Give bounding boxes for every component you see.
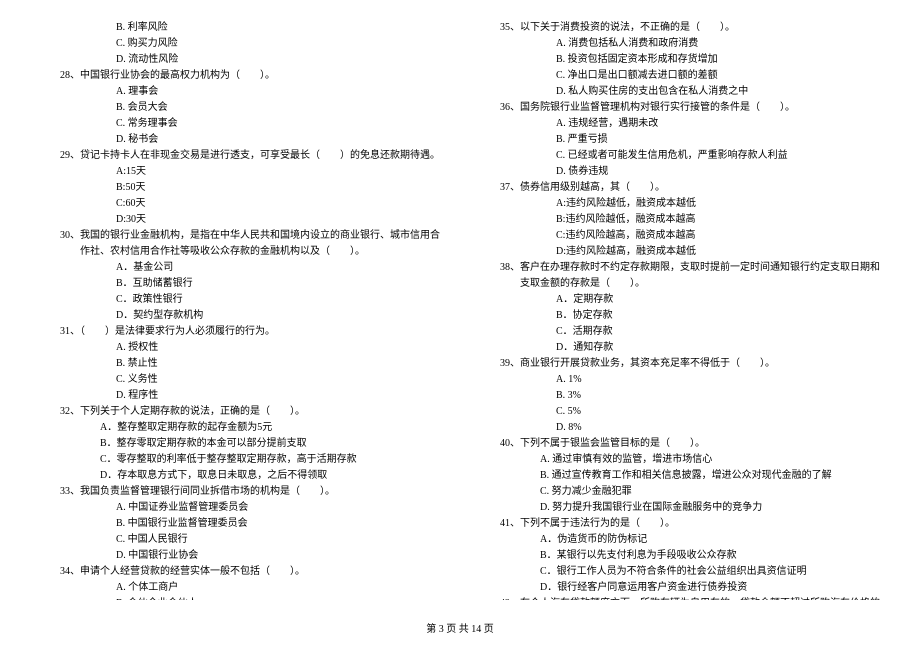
option: D. 债券违规	[480, 164, 880, 180]
question-37-stem: 37、债券信用级别越高，其（ ）。	[500, 180, 880, 196]
option: A:违约风险越低，融资成本越低	[480, 196, 880, 212]
two-column-layout: B. 利率风险 C. 购买力风险 D. 流动性风险 28、中国银行业协会的最高权…	[40, 20, 880, 600]
option: A．基金公司	[40, 260, 440, 276]
option: B. 严重亏损	[480, 132, 880, 148]
question-39-stem: 39、商业银行开展贷款业务，其资本充足率不得低于（ ）。	[500, 356, 880, 372]
option: C:违约风险越高，融资成本越高	[480, 228, 880, 244]
option: D. 秘书会	[40, 132, 440, 148]
option: C. 常务理事会	[40, 116, 440, 132]
question-41-stem: 41、下列不属于违法行为的是（ ）。	[500, 516, 880, 532]
option: B. 禁止性	[40, 356, 440, 372]
option: B. 通过宣传教育工作和相关信息披露，增进公众对现代金融的了解	[480, 468, 880, 484]
left-column: B. 利率风险 C. 购买力风险 D. 流动性风险 28、中国银行业协会的最高权…	[40, 20, 440, 600]
option: B. 3%	[480, 388, 880, 404]
option: A. 授权性	[40, 340, 440, 356]
option: B. 合伙企业合伙人	[40, 596, 440, 600]
option: B. 利率风险	[40, 20, 440, 36]
option: D. 程序性	[40, 388, 440, 404]
question-40-stem: 40、下列不属于银监会监管目标的是（ ）。	[500, 436, 880, 452]
question-34-stem: 34、申请个人经营贷款的经营实体一般不包括（ ）。	[60, 564, 440, 580]
option: C. 义务性	[40, 372, 440, 388]
option: A．整存整取定期存款的起存金额为5元	[40, 420, 440, 436]
option: D．存本取息方式下，取息日未取息，之后不得领取	[40, 468, 440, 484]
question-36-stem: 36、国务院银行业监督管理机构对银行实行接管的条件是（ ）。	[500, 100, 880, 116]
question-30-stem: 30、我国的银行业金融机构，是指在中华人民共和国境内设立的商业银行、城市信用合作…	[60, 228, 440, 260]
question-35-stem: 35、以下关于消费投资的说法，不正确的是（ ）。	[500, 20, 880, 36]
option: B:50天	[40, 180, 440, 196]
option: A. 中国证券业监督管理委员会	[40, 500, 440, 516]
option: B．某银行以先支付利息为手段吸收公众存款	[480, 548, 880, 564]
question-29-stem: 29、贷记卡持卡人在非现金交易是进行透支，可享受最长（ ）的免息还款期待遇。	[60, 148, 440, 164]
question-42-stem: 42、在个人汽车贷款额度方面，所购车辆为自用车的，贷款金额不超过所购汽车价格的（…	[500, 596, 880, 600]
option: A．伪造货币的防伪标记	[480, 532, 880, 548]
question-33-stem: 33、我国负责监督管理银行间同业拆借市场的机构是（ ）。	[60, 484, 440, 500]
option: C. 净出口是出口额减去进口额的差额	[480, 68, 880, 84]
option: D:违约风险越高，融资成本越低	[480, 244, 880, 260]
option: B．协定存款	[480, 308, 880, 324]
option: A:15天	[40, 164, 440, 180]
question-31-stem: 31、（ ）是法律要求行为人必须履行的行为。	[60, 324, 440, 340]
page-footer: 第 3 页 共 14 页	[0, 622, 920, 638]
option: C. 购买力风险	[40, 36, 440, 52]
option: C．零存整取的利率低于整存整取定期存款，高于活期存款	[40, 452, 440, 468]
option: A．定期存款	[480, 292, 880, 308]
option: B:违约风险越低，融资成本越高	[480, 212, 880, 228]
option: D．银行经客户同意运用客户资金进行债券投资	[480, 580, 880, 596]
question-28-stem: 28、中国银行业协会的最高权力机构为（ ）。	[60, 68, 440, 84]
option: A. 个体工商户	[40, 580, 440, 596]
question-38-stem: 38、客户在办理存款时不约定存款期限，支取时提前一定时间通知银行约定支取日期和支…	[500, 260, 880, 292]
option: C. 已经或者可能发生信用危机，严重影响存款人利益	[480, 148, 880, 164]
option: C．政策性银行	[40, 292, 440, 308]
question-32-stem: 32、下列关于个人定期存款的说法，正确的是（ ）。	[60, 404, 440, 420]
option: C. 中国人民银行	[40, 532, 440, 548]
option: D. 8%	[480, 420, 880, 436]
option: C. 5%	[480, 404, 880, 420]
option: D:30天	[40, 212, 440, 228]
option: D. 努力提升我国银行业在国际金融服务中的竞争力	[480, 500, 880, 516]
option: A. 违规经营，遇期未改	[480, 116, 880, 132]
option: D. 私人购买住房的支出包含在私人消费之中	[480, 84, 880, 100]
option: B. 投资包括固定资本形成和存货增加	[480, 52, 880, 68]
option: A. 消费包括私人消费和政府消费	[480, 36, 880, 52]
option: D．通知存款	[480, 340, 880, 356]
option: C．银行工作人员为不符合条件的社会公益组织出具资信证明	[480, 564, 880, 580]
option: B. 会员大会	[40, 100, 440, 116]
option: B．整存零取定期存款的本金可以部分提前支取	[40, 436, 440, 452]
option: C. 努力减少金融犯罪	[480, 484, 880, 500]
option: C．活期存款	[480, 324, 880, 340]
option: D．契约型存款机构	[40, 308, 440, 324]
option: B. 中国银行业监督管理委员会	[40, 516, 440, 532]
option: A. 1%	[480, 372, 880, 388]
right-column: 35、以下关于消费投资的说法，不正确的是（ ）。 A. 消费包括私人消费和政府消…	[480, 20, 880, 600]
option: A. 通过审慎有效的监管，增进市场信心	[480, 452, 880, 468]
option: D. 中国银行业协会	[40, 548, 440, 564]
option: B．互助储蓄银行	[40, 276, 440, 292]
option: A. 理事会	[40, 84, 440, 100]
option: C:60天	[40, 196, 440, 212]
option: D. 流动性风险	[40, 52, 440, 68]
